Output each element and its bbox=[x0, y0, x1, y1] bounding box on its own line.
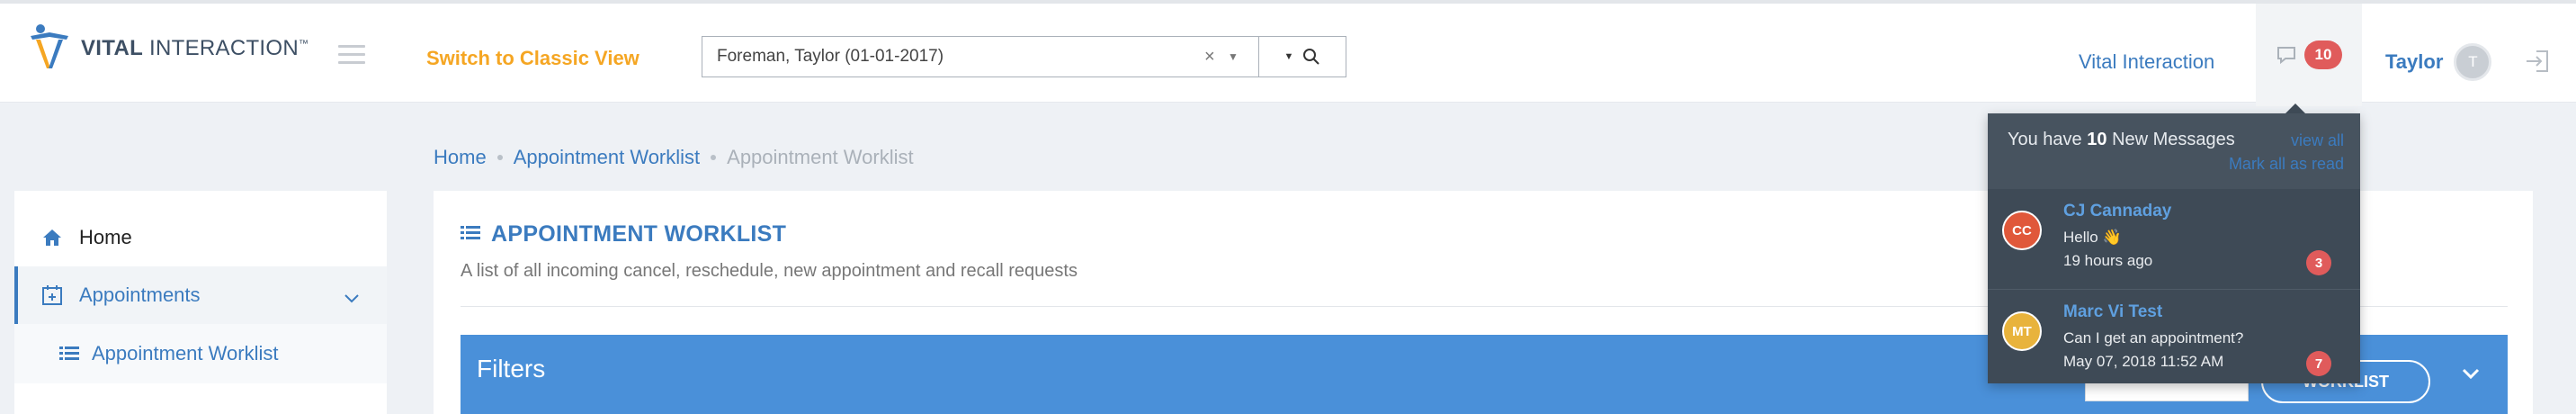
unread-count-badge: 3 bbox=[2306, 250, 2331, 275]
message-text: Can I get an appointment? bbox=[2063, 329, 2244, 346]
message-time: 19 hours ago bbox=[2063, 252, 2153, 269]
switch-classic-view-link[interactable]: Switch to Classic View bbox=[426, 47, 640, 70]
logo-mark-icon bbox=[27, 23, 72, 74]
user-name: Taylor bbox=[2385, 50, 2444, 73]
breadcrumb: Home Appointment Worklist Appointment Wo… bbox=[434, 146, 914, 169]
caret-down-icon[interactable]: ▼ bbox=[1228, 50, 1258, 63]
message-item[interactable]: CC CJ Cannaday Hello 👋 19 hours ago 3 bbox=[1988, 189, 2360, 290]
view-all-link[interactable]: view all bbox=[2291, 131, 2344, 150]
top-navbar: VITAL INTERACTION™ Switch to Classic Vie… bbox=[0, 0, 2576, 106]
vital-interaction-link[interactable]: Vital Interaction bbox=[2079, 50, 2214, 74]
message-sender: CJ Cannaday bbox=[2063, 202, 2172, 220]
app-logo[interactable]: VITAL INTERACTION™ bbox=[27, 23, 309, 74]
avatar: MT bbox=[2002, 311, 2042, 351]
home-icon bbox=[41, 228, 65, 248]
chevron-down-icon[interactable] bbox=[344, 286, 360, 310]
list-icon bbox=[461, 221, 480, 248]
sidebar-item-label: Home bbox=[79, 226, 132, 248]
user-menu[interactable]: Taylor T bbox=[2385, 43, 2492, 81]
logo-text: VITAL INTERACTION™ bbox=[81, 36, 309, 60]
search-icon bbox=[1303, 49, 1320, 65]
sidebar-item-label: Appointment Worklist bbox=[92, 342, 279, 364]
message-text: Hello 👋 bbox=[2063, 229, 2122, 246]
breadcrumb-home[interactable]: Home bbox=[434, 146, 487, 169]
calendar-plus-icon bbox=[41, 284, 65, 306]
sidebar-item-appointment-worklist[interactable]: Appointment Worklist bbox=[14, 324, 387, 383]
dropdown-header: You have 10 New Messages view all Mark a… bbox=[1988, 113, 2360, 189]
message-item[interactable]: MT Marc Vi Test Can I get an appointment… bbox=[1988, 290, 2360, 391]
messages-button[interactable]: 10 bbox=[2256, 4, 2362, 106]
sidebar-item-home[interactable]: Home bbox=[14, 209, 387, 266]
breadcrumb-separator bbox=[711, 155, 717, 160]
list-icon bbox=[59, 346, 79, 362]
patient-select[interactable]: Foreman, Taylor (01-01-2017) × ▼ bbox=[702, 36, 1259, 77]
clear-icon[interactable]: × bbox=[1204, 47, 1228, 68]
sidebar: Home Appointments Appointment Worklist bbox=[14, 191, 387, 414]
messages-dropdown: You have 10 New Messages view all Mark a… bbox=[1988, 104, 2360, 383]
breadcrumb-worklist[interactable]: Appointment Worklist bbox=[514, 146, 700, 169]
menu-toggle-icon[interactable] bbox=[338, 45, 365, 65]
page-title-text: APPOINTMENT WORKLIST bbox=[491, 221, 787, 247]
mark-all-read-link[interactable]: Mark all as read bbox=[2229, 155, 2344, 174]
sidebar-item-label: Appointments bbox=[79, 284, 201, 306]
new-messages-text: You have 10 New Messages bbox=[2008, 130, 2235, 149]
message-time: May 07, 2018 11:52 AM bbox=[2063, 353, 2224, 370]
filters-title: Filters bbox=[477, 355, 546, 382]
chat-bubble-icon bbox=[2276, 47, 2295, 65]
patient-select-value: Foreman, Taylor (01-01-2017) bbox=[717, 47, 944, 66]
caret-down-icon: ▼ bbox=[1284, 51, 1294, 62]
chevron-down-icon[interactable] bbox=[2461, 367, 2481, 384]
message-sender: Marc Vi Test bbox=[2063, 302, 2163, 321]
avatar: CC bbox=[2002, 211, 2042, 250]
sidebar-item-appointments[interactable]: Appointments bbox=[14, 266, 387, 324]
page-description: A list of all incoming cancel, reschedul… bbox=[461, 261, 1078, 281]
message-count-badge: 10 bbox=[2303, 40, 2343, 69]
logout-icon[interactable] bbox=[2524, 49, 2551, 78]
search-button[interactable]: ▼ bbox=[1258, 36, 1346, 77]
unread-count-badge: 7 bbox=[2306, 351, 2331, 376]
breadcrumb-current: Appointment Worklist bbox=[727, 146, 914, 168]
page-title: APPOINTMENT WORKLIST bbox=[461, 221, 786, 248]
avatar: T bbox=[2454, 43, 2492, 81]
breadcrumb-separator bbox=[496, 155, 503, 160]
